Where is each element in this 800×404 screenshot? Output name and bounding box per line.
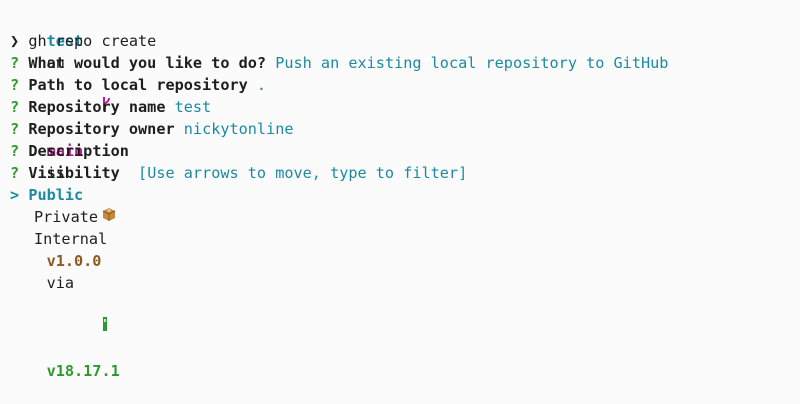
question-mark: ? xyxy=(10,164,20,182)
question-text: Repository owner xyxy=(28,120,175,138)
answer-text: Push an existing local repository to Git… xyxy=(275,54,669,72)
shell-prompt-line: test on main is v1.0.0 via v18.17.1 xyxy=(10,8,800,380)
qa-row: ? Repository owner nickytonline xyxy=(10,118,800,140)
answer-text: nickytonline xyxy=(183,120,294,138)
qa-row: ? What would you like to do? Push an exi… xyxy=(10,52,800,74)
qa-row: ? Description xyxy=(10,140,800,162)
answer-text: . xyxy=(256,76,267,94)
terminal-window[interactable]: test on main is v1.0.0 via v18.17.1 ❯ gh… xyxy=(0,0,800,380)
question-mark: ? xyxy=(10,98,20,116)
question-mark: ? xyxy=(10,120,20,138)
visibility-option-private[interactable]: Private xyxy=(10,206,98,228)
qa-row-visibility: ? Visibility [Use arrows to move, type t… xyxy=(10,162,800,184)
option-row[interactable]: Private xyxy=(10,206,800,228)
question-text: Description xyxy=(28,142,129,160)
question-text: What would you like to do? xyxy=(28,54,267,72)
question-text: Repository name xyxy=(28,98,166,116)
prompt-symbol: ❯ xyxy=(10,32,20,50)
prompt-node-version: v18.17.1 xyxy=(46,362,120,380)
prompt-package-version: v1.0.0 xyxy=(46,252,102,270)
selection-cursor: > xyxy=(10,186,20,204)
answer-text: test xyxy=(174,98,212,116)
option-row[interactable]: Internal xyxy=(10,228,800,250)
qa-row: ? Repository name test xyxy=(10,96,800,118)
hint-text: [Use arrows to move, type to filter] xyxy=(128,164,468,182)
command-line: ❯ gh repo create xyxy=(10,30,800,52)
question-text: Visibility xyxy=(28,164,120,182)
command-text: gh repo create xyxy=(28,32,157,50)
visibility-option-public[interactable]: Public xyxy=(28,186,83,204)
prompt-via-text: via xyxy=(46,274,75,292)
question-mark: ? xyxy=(10,54,20,72)
question-mark: ? xyxy=(10,142,20,160)
visibility-option-internal[interactable]: Internal xyxy=(10,228,107,250)
option-row-selected[interactable]: > Public xyxy=(10,184,800,206)
node-icon xyxy=(47,294,110,360)
qa-row: ? Path to local repository . xyxy=(10,74,800,96)
question-mark: ? xyxy=(10,76,20,94)
question-text: Path to local repository xyxy=(28,76,248,94)
